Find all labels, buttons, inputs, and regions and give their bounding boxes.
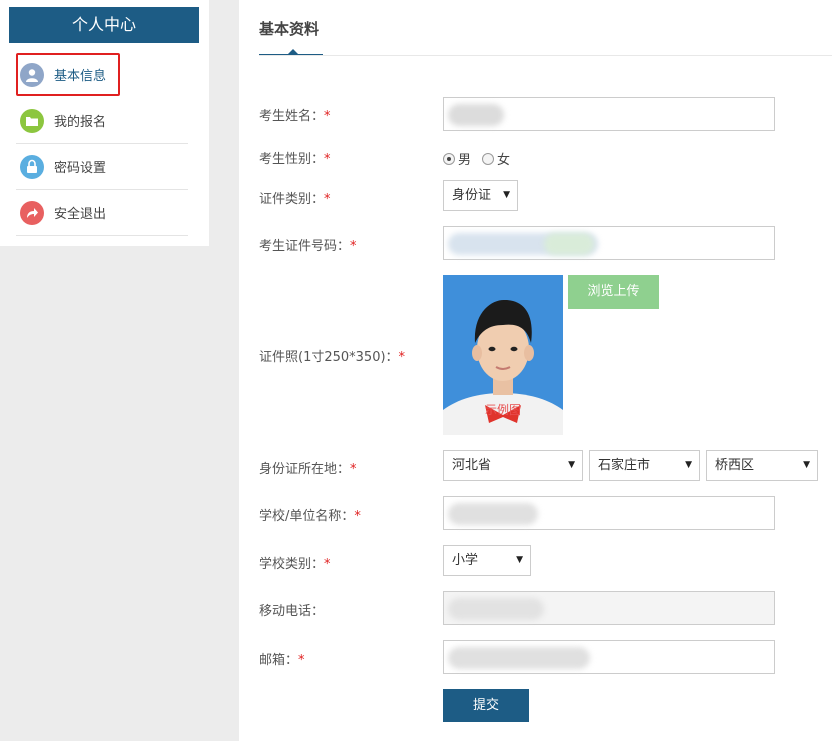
browse-upload-button[interactable]: 浏览上传	[568, 275, 659, 309]
tab-caret	[288, 49, 298, 54]
province-value: 河北省	[452, 458, 492, 473]
name-label: 考生姓名：*	[259, 109, 331, 124]
sidebar-item-label: 安全退出	[54, 207, 107, 222]
tab-basic-profile[interactable]: 基本资料	[259, 18, 319, 39]
district-value: 桥西区	[715, 458, 755, 473]
sidebar-item-label: 我的报名	[54, 115, 107, 130]
radio-dot	[482, 152, 494, 165]
school-type-select[interactable]: 小学 ▼	[443, 545, 531, 576]
sidebar-item-basic-info[interactable]: 基本信息	[16, 53, 120, 96]
district-select[interactable]: 桥西区 ▼	[706, 450, 818, 481]
id-number-label: 考生证件号码：*	[259, 239, 357, 254]
city-value: 石家庄市	[598, 458, 651, 473]
logout-icon	[20, 200, 44, 225]
name-input[interactable]	[443, 97, 775, 131]
id-number-input[interactable]	[443, 226, 775, 260]
submit-button[interactable]: 提交	[443, 689, 529, 722]
school-type-value: 小学	[452, 553, 479, 568]
main-panel: 基本资料 考生姓名：* 考生性别：* 男 女 证件类别：* 身份证 ▼ 考生证件…	[239, 0, 832, 741]
phone-label: 移动电话：	[259, 604, 325, 619]
sidebar-item-my-registration[interactable]: 我的报名	[16, 98, 188, 144]
school-label: 学校/单位名称：*	[259, 509, 361, 524]
id-type-select[interactable]: 身份证 ▼	[443, 180, 518, 211]
sidebar-menu: 基本信息 我的报名 密码设置 安全退出	[16, 53, 188, 236]
id-type-value: 身份证	[452, 188, 492, 203]
id-photo-sample: 示例图	[443, 275, 563, 435]
gender-male-radio[interactable]: 男	[443, 149, 471, 168]
gender-label: 考生性别：*	[259, 152, 331, 167]
sidebar-item-logout[interactable]: 安全退出	[16, 190, 188, 236]
tab-divider	[259, 55, 832, 56]
radio-dot-selected	[443, 152, 455, 165]
gender-female-label: 女	[497, 153, 511, 168]
city-select[interactable]: 石家庄市 ▼	[589, 450, 700, 481]
email-input[interactable]	[443, 640, 775, 674]
lock-icon	[20, 154, 44, 179]
sidebar-item-label: 基本信息	[54, 69, 107, 84]
dropdown-arrow-icon: ▼	[516, 555, 523, 565]
gender-female-radio[interactable]: 女	[482, 149, 510, 168]
user-icon	[20, 62, 44, 87]
dropdown-arrow-icon: ▼	[685, 460, 692, 470]
dropdown-arrow-icon: ▼	[568, 460, 575, 470]
province-select[interactable]: 河北省 ▼	[443, 450, 583, 481]
dropdown-arrow-icon: ▼	[803, 460, 810, 470]
school-type-label: 学校类别：*	[259, 557, 331, 572]
gender-male-label: 男	[458, 153, 472, 168]
photo-label: 证件照(1寸250*350)：*	[259, 350, 406, 365]
school-input[interactable]	[443, 496, 775, 530]
id-type-label: 证件类别：*	[259, 192, 331, 207]
sidebar-item-password[interactable]: 密码设置	[16, 144, 188, 190]
folder-icon	[20, 108, 44, 133]
sidebar: 个人中心 基本信息 我的报名 密码设置 安全退出	[0, 0, 209, 246]
location-label: 身份证所在地：*	[259, 462, 357, 477]
sidebar-title: 个人中心	[9, 7, 199, 43]
dropdown-arrow-icon: ▼	[503, 190, 510, 200]
sidebar-item-label: 密码设置	[54, 161, 107, 176]
email-label: 邮箱：*	[259, 653, 305, 668]
photo-watermark: 示例图	[484, 403, 521, 417]
phone-input[interactable]	[443, 591, 775, 625]
